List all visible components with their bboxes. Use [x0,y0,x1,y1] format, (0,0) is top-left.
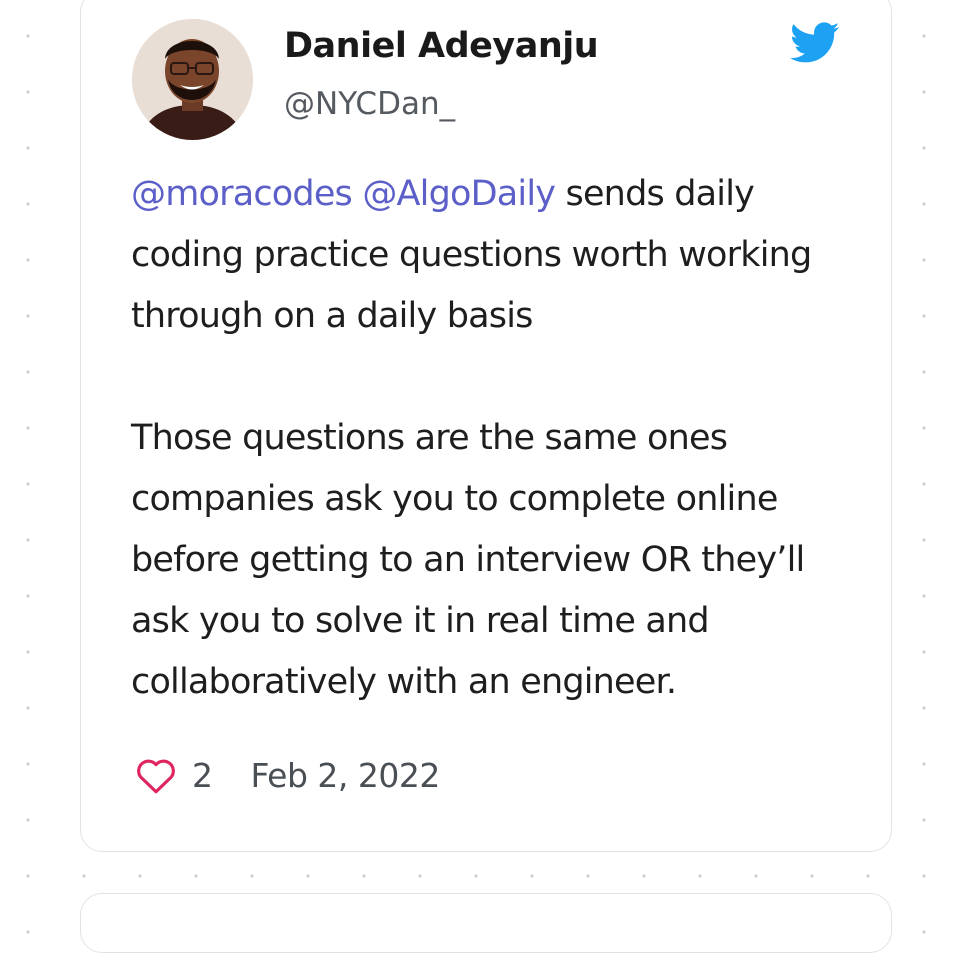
tweet-paragraph-2: Those questions are the same ones compan… [131,418,805,702]
mention-link-algodaily[interactable]: @AlgoDaily [362,174,556,214]
author-handle[interactable]: @NYCDan_ [284,86,455,122]
next-tweet-card[interactable] [80,893,892,953]
author-name[interactable]: Daniel Adeyanju [284,26,599,66]
tweet-text: @moracodes @AlgoDaily sends daily coding… [131,164,851,713]
like-count: 2 [192,755,213,795]
tweet-date[interactable]: Feb 2, 2022 [251,756,441,795]
avatar-photo [132,19,253,140]
twitter-bird-icon[interactable] [790,22,840,64]
mention-link-moracodes[interactable]: @moracodes [131,174,353,214]
avatar[interactable] [132,19,253,140]
tweet-footer: 2 Feb 2, 2022 [135,752,440,798]
heart-icon[interactable] [135,755,177,795]
tweet-paragraph-1: @moracodes @AlgoDaily sends daily coding… [131,164,851,347]
